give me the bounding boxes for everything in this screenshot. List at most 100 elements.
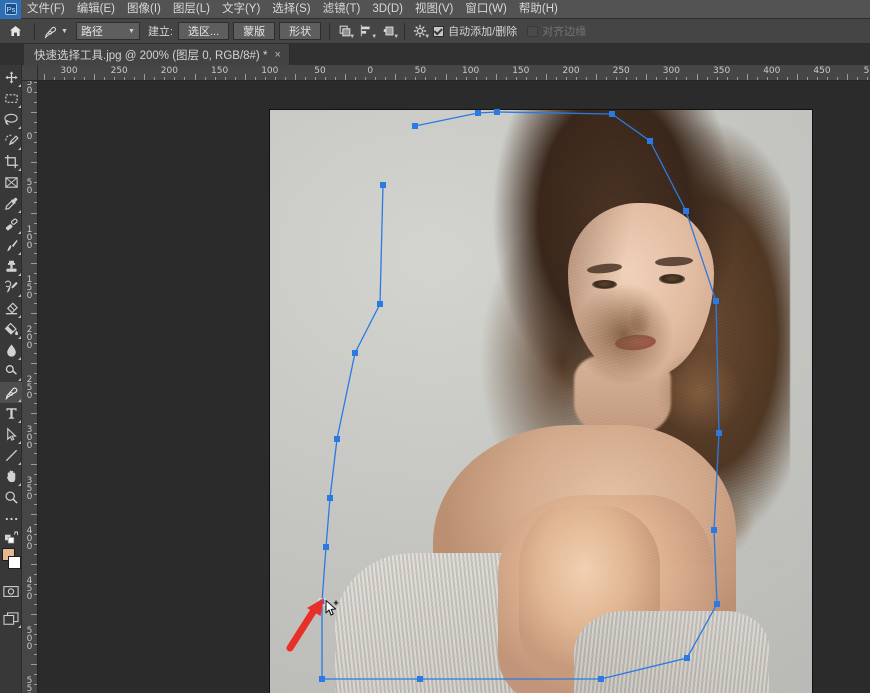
divider [404,22,406,40]
auto-add-delete-checkbox[interactable]: 自动添加/删除 [433,23,517,39]
ruler-label-v: 300 [26,425,33,452]
make-selection-button[interactable]: 选区... [178,22,230,40]
menu-select[interactable]: 选择(S) [266,0,316,19]
quick-mask-button[interactable] [0,581,22,602]
ruler-tick-h [485,77,487,80]
ruler-tick-h [756,77,758,80]
horizontal-ruler[interactable]: 300 250 200 150 100 50 0 50 100 150 200 250 300 350 40… [38,65,870,81]
ruler-tick-v [31,112,37,114]
ruler-tick-v [31,614,37,616]
ruler-tick-v [34,453,37,455]
frame-tool[interactable] [0,172,22,193]
path-operations-icon[interactable]: ▼ [334,21,356,42]
ruler-tick-h [445,74,447,80]
ruler-tick-h [375,77,377,80]
lasso-icon [3,113,18,126]
lasso-tool[interactable] [0,109,22,130]
ruler-tick-h [555,77,557,80]
ruler-label-v: 0 [26,132,33,143]
ruler-tick-v [31,162,37,164]
clone-stamp-tool[interactable] [0,256,22,277]
hand-tool[interactable] [0,466,22,487]
document-tab[interactable]: 快速选择工具.jpg @ 200% (图层 0, RGB/8#) * × [24,44,290,65]
type-tool[interactable] [0,403,22,424]
menu-3d[interactable]: 3D(D) [366,0,409,19]
menu-image[interactable]: 图像(I) [121,0,167,19]
menu-view[interactable]: 视图(V) [409,0,459,19]
pen-tool[interactable] [0,382,22,403]
ruler-tick-v [34,553,37,555]
tool-mode-select[interactable]: 路径 ▼ [75,22,140,40]
gradient-tool[interactable] [0,319,22,340]
vertical-ruler[interactable]: 5005010015020025030035040045050055060065… [22,81,38,693]
brush-tool[interactable] [0,235,22,256]
ruler-tick-h [827,77,829,80]
ruler-tick-h [395,74,397,80]
crop-tool[interactable] [0,151,22,172]
ruler-tick-h [656,77,658,80]
healing-brush-icon [5,218,18,231]
close-icon[interactable]: × [274,49,280,61]
active-tool-preset[interactable]: ▼ [39,21,72,42]
move-tool[interactable] [0,67,22,88]
ruler-tick-v [34,523,37,525]
gear-icon[interactable]: ▼ [409,21,431,42]
screen-mode-button[interactable] [0,608,22,629]
home-screen-button[interactable] [0,19,30,44]
menu-type[interactable]: 文字(Y) [216,0,266,19]
path-alignment-icon[interactable]: ▼ [356,21,378,42]
ruler-tick-v [34,373,37,375]
ruler-tick-h [616,77,618,80]
ruler-tick-v [34,81,37,83]
ruler-tick-v [34,152,37,154]
ruler-label-v: 550 [26,676,33,693]
edit-toolbar-button[interactable] [0,508,22,529]
ruler-corner[interactable] [22,65,38,81]
dodge-tool[interactable] [0,361,22,382]
path-arrangement-icon[interactable]: ▼ [378,21,400,42]
zoom-tool[interactable] [0,487,22,508]
canvas-area[interactable]: Portrait photo of a woman with long wavy… [38,81,870,693]
make-mask-button[interactable]: 蒙版 [233,22,276,40]
ruler-tick-h [43,74,45,80]
move-icon [4,71,18,84]
menu-bar: Ps 文件(F) 编辑(E) 图像(I) 图层(L) 文字(Y) 选择(S) 滤… [0,0,870,19]
quick-selection-icon [4,134,19,146]
ruler-tick-h [686,77,688,80]
default-colors-toggle[interactable] [0,529,22,545]
document-canvas[interactable]: Portrait photo of a woman with long wavy… [270,110,812,693]
chevron-down-icon: ▼ [128,27,135,35]
menu-window[interactable]: 窗口(W) [459,0,513,19]
marquee-tool[interactable] [0,88,22,109]
menu-layer[interactable]: 图层(L) [167,0,216,19]
menu-edit[interactable]: 编辑(E) [71,0,121,19]
menu-help[interactable]: 帮助(H) [513,0,564,19]
ruler-tick-h [435,77,437,80]
checkbox-box[interactable] [433,25,445,37]
document-tab-title: 快速选择工具.jpg @ 200% (图层 0, RGB/8#) * [34,49,268,62]
ruler-tick-v [34,232,37,234]
blur-tool[interactable] [0,340,22,361]
line-shape-tool[interactable] [0,445,22,466]
healing-brush-tool[interactable] [0,214,22,235]
ruler-tick-v [34,172,37,174]
eyedropper-tool[interactable] [0,193,22,214]
checkbox-box [527,25,539,37]
ruler-label-h: 250 [110,66,128,76]
color-swatches[interactable] [0,547,22,573]
ruler-tick-h [144,74,146,80]
chevron-down-icon[interactable]: ▼ [61,28,68,35]
history-brush-tool[interactable] [0,277,22,298]
make-shape-button[interactable]: 形状 [279,22,322,40]
background-color-swatch[interactable] [8,556,21,569]
quick-selection-tool[interactable] [0,130,22,151]
menu-filter[interactable]: 滤镜(T) [317,0,367,19]
path-arrow-icon [6,427,17,441]
eraser-tool[interactable] [0,298,22,319]
ruler-label-h: 100 [462,66,480,76]
eyedropper-icon [4,197,17,210]
ruler-tick-h [716,77,718,80]
path-selection-tool[interactable] [0,424,22,445]
menu-file[interactable]: 文件(F) [21,0,71,19]
ruler-tick-v [34,594,37,596]
